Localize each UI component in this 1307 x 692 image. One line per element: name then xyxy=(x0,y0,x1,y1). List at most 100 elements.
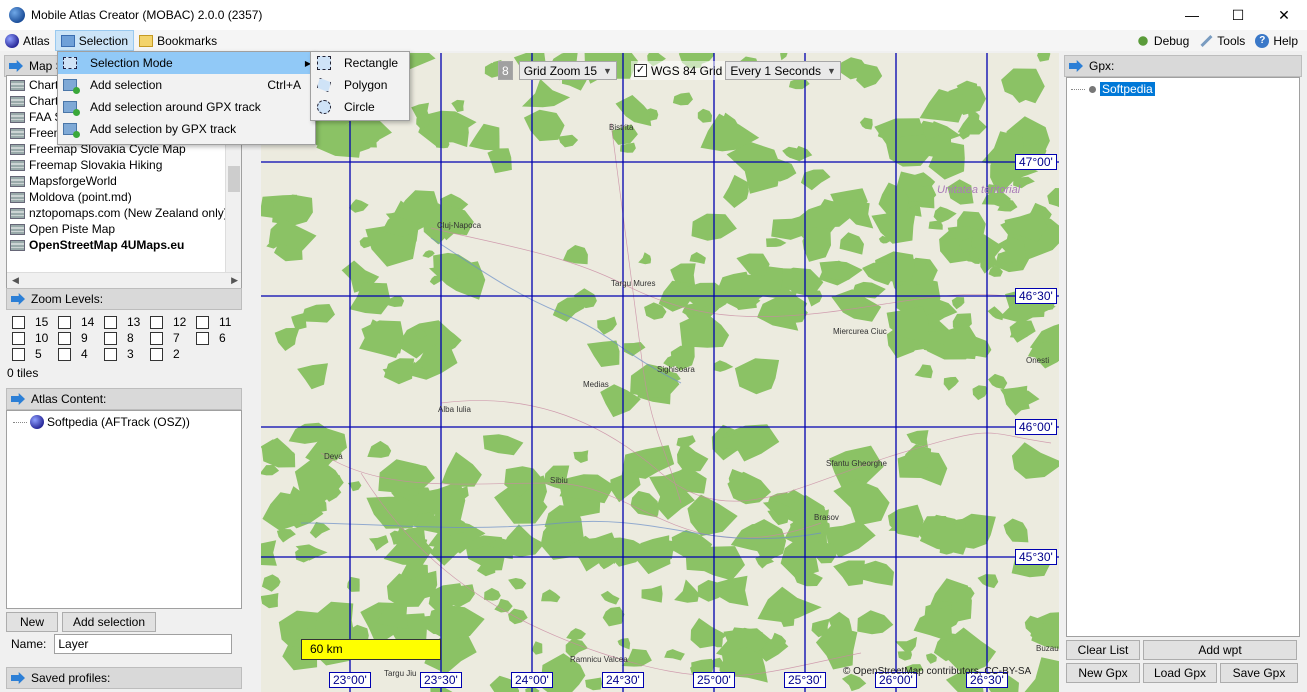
grid-interval-dropdown[interactable]: Every 1 Seconds ▼ xyxy=(725,61,841,80)
zoom-level-checkbox[interactable]: 3 xyxy=(104,346,150,362)
selection-menu-item[interactable]: Add selection around GPX track xyxy=(58,96,315,118)
zoom-level-checkbox[interactable]: 4 xyxy=(58,346,104,362)
zoom-level-checkbox[interactable]: 5 xyxy=(12,346,58,362)
grid-interval-value: Every 1 Seconds xyxy=(730,63,822,78)
atlas-content-tree[interactable]: Softpedia (AFTrack (OSZ)) xyxy=(6,410,242,609)
layer-name-input[interactable]: Layer xyxy=(54,634,233,654)
close-button[interactable]: ✕ xyxy=(1261,0,1307,30)
zoom-level-checkbox[interactable]: 8 xyxy=(104,330,150,346)
gpx-tree-node[interactable]: Softpedia xyxy=(1071,82,1299,96)
zoom-level-checkbox[interactable]: 11 xyxy=(196,314,242,330)
map-list-horizontal-scrollbar[interactable]: ◀ ▶ xyxy=(7,272,241,288)
place-label: Targu Jiu xyxy=(384,669,417,678)
menu-debug[interactable]: Debug xyxy=(1131,30,1194,51)
map-source-item[interactable]: OpenStreetMap 4UMaps.eu xyxy=(7,237,241,253)
map-source-item[interactable]: Moldova (point.md) xyxy=(7,189,241,205)
place-label: Bistrita xyxy=(609,123,634,132)
minimize-button[interactable]: — xyxy=(1169,0,1215,30)
gpx-buttons-row2: New Gpx Load Gpx Save Gpx xyxy=(1066,663,1300,683)
scroll-right-arrow-icon[interactable]: ▶ xyxy=(231,275,238,286)
latitude-label: 45°30' xyxy=(1015,549,1057,565)
map-source-item[interactable]: Freemap Slovakia Hiking xyxy=(7,157,241,173)
longitude-label: 24°00' xyxy=(511,672,553,688)
gpx-tree[interactable]: Softpedia xyxy=(1066,77,1300,637)
checkbox-unchecked-icon[interactable] xyxy=(150,315,163,329)
menu-atlas[interactable]: Atlas xyxy=(0,30,55,51)
selection-mode-item[interactable]: Polygon xyxy=(311,74,409,96)
circle-icon xyxy=(317,100,331,114)
selection-menu-item[interactable]: Add selection Ctrl+A xyxy=(58,74,315,96)
menu-bookmarks[interactable]: Bookmarks xyxy=(134,30,222,51)
selection-menu-item[interactable]: Add selection by GPX track xyxy=(58,118,315,140)
checkbox-unchecked-icon[interactable] xyxy=(12,315,25,329)
menu-selection[interactable]: Selection xyxy=(54,30,135,51)
checkbox-unchecked-icon[interactable] xyxy=(58,315,71,329)
map-source-label: Open Piste Map xyxy=(29,222,116,236)
checkbox-unchecked-icon[interactable] xyxy=(196,331,209,345)
checkbox-checked-icon[interactable]: ✓ xyxy=(633,64,647,77)
grid-zoom-dropdown[interactable]: Grid Zoom 15 ▼ xyxy=(518,61,617,80)
checkbox-unchecked-icon[interactable] xyxy=(104,331,117,345)
zoom-level-checkbox[interactable]: 2 xyxy=(150,346,196,362)
zoom-level-checkbox[interactable]: 6 xyxy=(196,330,242,346)
selection-mode-item[interactable]: Circle xyxy=(311,96,409,118)
new-gpx-button[interactable]: New Gpx xyxy=(1066,663,1140,683)
atlas-content-header[interactable]: Atlas Content: xyxy=(6,388,242,410)
saved-profiles-header[interactable]: Saved profiles: xyxy=(6,667,242,689)
checkbox-unchecked-icon[interactable] xyxy=(58,347,71,361)
map-source-label: Chart xyxy=(29,78,59,92)
scrollbar-thumb[interactable] xyxy=(228,166,240,192)
atlas-tree-node[interactable]: Softpedia (AFTrack (OSZ)) xyxy=(13,415,241,429)
gpx-node-label: Softpedia xyxy=(1100,82,1155,96)
help-icon: ? xyxy=(1255,33,1270,48)
selection-mode-submenu: Rectangle Polygon Circle xyxy=(310,51,410,121)
menu-tools[interactable]: Tools xyxy=(1194,30,1250,51)
collapse-arrow-icon xyxy=(1069,60,1083,72)
load-gpx-button[interactable]: Load Gpx xyxy=(1143,663,1217,683)
selection-menu-label: Add selection xyxy=(90,78,163,92)
new-atlas-button[interactable]: New xyxy=(6,612,58,632)
zoom-level-checkboxes: 15 14 13 12 11 10 9 8 7 6 5 4 3 2 xyxy=(6,310,242,362)
map-source-item[interactable]: MapsforgeWorld xyxy=(7,173,241,189)
menu-help[interactable]: ? Help xyxy=(1250,30,1303,51)
checkbox-unchecked-icon[interactable] xyxy=(104,315,117,329)
checkbox-unchecked-icon[interactable] xyxy=(58,331,71,345)
zoom-level-box[interactable]: 8 xyxy=(498,61,513,80)
zoom-level-checkbox[interactable]: 13 xyxy=(104,314,150,330)
map-source-item[interactable]: nztopomaps.com (New Zealand only) xyxy=(7,205,241,221)
selection-mode-label: Circle xyxy=(344,100,375,114)
map-viewer[interactable]: 8 Grid Zoom 15 ▼ ✓ WGS 84 Grid Every 1 S… xyxy=(261,53,1059,692)
wgs-grid-toggle[interactable]: ✓ WGS 84 Grid xyxy=(630,61,726,80)
gpx-header[interactable]: Gpx: xyxy=(1064,55,1302,77)
zoom-level-checkbox[interactable]: 12 xyxy=(150,314,196,330)
zoom-level-checkbox[interactable]: 7 xyxy=(150,330,196,346)
checkbox-unchecked-icon[interactable] xyxy=(12,347,25,361)
zoom-level-label: 2 xyxy=(173,347,180,361)
place-label: Onesti xyxy=(1026,356,1050,365)
selection-mode-item[interactable]: Rectangle xyxy=(311,52,409,74)
selection-menu-item[interactable]: Selection Mode ▶ xyxy=(58,52,315,74)
zoom-level-checkbox[interactable]: 15 xyxy=(12,314,58,330)
checkbox-unchecked-icon[interactable] xyxy=(150,347,163,361)
add-wpt-button[interactable]: Add wpt xyxy=(1143,640,1297,660)
clear-list-button[interactable]: Clear List xyxy=(1066,640,1140,660)
checkbox-unchecked-icon[interactable] xyxy=(12,331,25,345)
zoom-level-checkbox[interactable]: 14 xyxy=(58,314,104,330)
place-label: Buzau xyxy=(1036,644,1059,653)
place-label: Sfantu Gheorghe xyxy=(826,459,887,468)
add-selection-button[interactable]: Add selection xyxy=(62,612,156,632)
zoom-level-checkbox[interactable]: 9 xyxy=(58,330,104,346)
maximize-button[interactable]: ☐ xyxy=(1215,0,1261,30)
checkbox-unchecked-icon[interactable] xyxy=(104,347,117,361)
saved-profiles-section: Saved profiles: xyxy=(6,667,242,689)
zoom-levels-header[interactable]: Zoom Levels: xyxy=(6,288,242,310)
add-selection-gpx-icon xyxy=(63,101,80,116)
zoom-levels-title: Zoom Levels: xyxy=(31,292,104,306)
checkbox-unchecked-icon[interactable] xyxy=(196,315,209,329)
zoom-level-checkbox[interactable]: 10 xyxy=(12,330,58,346)
checkbox-unchecked-icon[interactable] xyxy=(150,331,163,345)
atlas-globe-icon xyxy=(30,415,44,429)
map-source-item[interactable]: Open Piste Map xyxy=(7,221,241,237)
save-gpx-button[interactable]: Save Gpx xyxy=(1220,663,1298,683)
scroll-left-arrow-icon[interactable]: ◀ xyxy=(12,275,19,286)
